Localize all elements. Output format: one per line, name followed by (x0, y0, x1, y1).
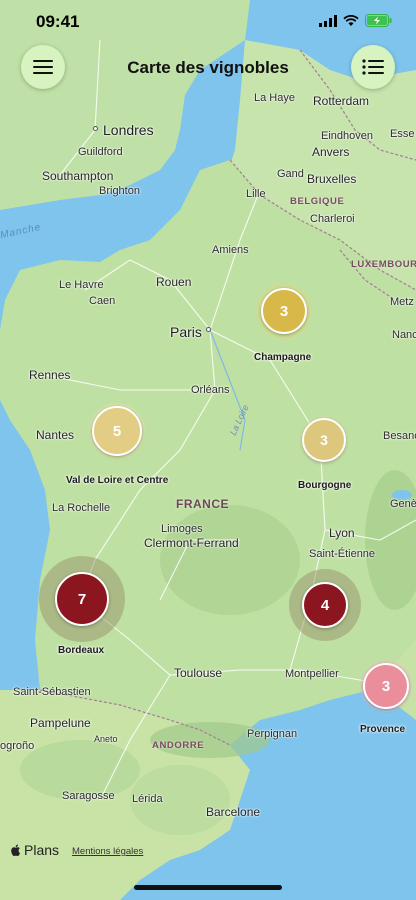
map-city-label: Saint-Étienne (309, 548, 376, 560)
cluster-region-label: Bourgogne (298, 480, 352, 491)
map-city-label: Aneto (94, 734, 118, 744)
map-city-label: Saragosse (62, 790, 115, 802)
map-city-label: Le Havre (59, 279, 104, 291)
country-label: ANDORRE (152, 740, 205, 751)
map-city-label: Anvers (312, 145, 350, 159)
list-view-button[interactable] (351, 45, 395, 89)
cellular-signal-icon (319, 14, 337, 27)
cluster-region-label: Champagne (254, 352, 312, 363)
map-city-label: Barcelone (206, 805, 261, 819)
map-city-label: La Rochelle (52, 502, 111, 514)
cluster-count: 3 (302, 418, 346, 462)
map-city-label: Lyon (329, 526, 355, 540)
map-city-label: Nanc (392, 329, 416, 341)
map-city-label: Rouen (156, 275, 192, 289)
cluster-region-label: Provence (360, 724, 406, 735)
map-city-label: Paris (170, 324, 202, 340)
map-city-label: Limoges (161, 523, 203, 535)
map-city-label: Perpignan (247, 728, 298, 740)
map-city-label: Orléans (191, 384, 230, 396)
apple-logo-icon (11, 844, 20, 856)
cluster-count: 5 (92, 406, 142, 456)
vineyard-cluster-rhone[interactable]: 4 (289, 569, 361, 641)
map-city-label: Gand (277, 168, 304, 180)
home-indicator[interactable] (134, 885, 282, 890)
cluster-count: 7 (55, 572, 109, 626)
map-city-label: La Haye (254, 92, 295, 104)
map-city-label: Toulouse (174, 666, 223, 680)
map-city-label: Eindhoven (321, 130, 373, 142)
status-time: 09:41 (36, 12, 80, 31)
map-city-label: Genè (390, 498, 416, 510)
map-city-label: Brighton (99, 185, 140, 197)
city-marker (206, 327, 211, 332)
map-city-label: Besanc (383, 430, 416, 442)
map-city-label: Guildford (78, 146, 123, 158)
map-screen: Londres Guildford Southampton Brighton M… (0, 0, 416, 900)
vineyard-cluster-bordeaux[interactable]: 7 (39, 556, 125, 642)
cluster-count: 4 (302, 582, 348, 628)
map-city-label: Nantes (36, 428, 75, 442)
legal-notice-link[interactable]: Mentions légales (72, 846, 143, 857)
map-city-label: Rennes (29, 368, 71, 382)
vineyard-cluster-bourgogne[interactable]: 3 (300, 416, 348, 464)
country-label: LUXEMBOURG (351, 259, 416, 270)
country-label: BELGIQUE (290, 196, 345, 207)
map-city-label: Caen (89, 295, 116, 307)
country-label: FRANCE (176, 497, 229, 511)
battery-charging-icon (365, 14, 392, 27)
cluster-region-label: Bordeaux (58, 645, 105, 656)
maps-attribution: Plans (10, 842, 59, 858)
status-bar: 09:41 (0, 0, 416, 44)
map-city-label: Lille (246, 188, 266, 200)
map-city-label: Amiens (212, 244, 249, 256)
maps-brand-label: Plans (24, 842, 60, 858)
cluster-count: 3 (261, 288, 307, 334)
map-city-label: Esse (390, 128, 415, 140)
map-city-label: ogroño (0, 740, 35, 752)
map-city-label: Metz (390, 296, 414, 308)
map-city-label: Saint-Sébastien (13, 686, 91, 698)
city-marker (93, 126, 98, 131)
map-city-label: Londres (103, 122, 154, 138)
cluster-region-label: Val de Loire et Centre (66, 475, 169, 486)
map-city-label: Rotterdam (313, 94, 370, 108)
map-city-label: Lérida (132, 793, 163, 805)
status-icons (319, 14, 392, 27)
vineyard-cluster-provence[interactable]: 3 (360, 660, 412, 712)
vineyard-cluster-champagne[interactable]: 3 (256, 283, 312, 339)
map-city-label: Charleroi (310, 213, 355, 225)
cluster-count: 3 (363, 663, 409, 709)
map-city-label: Montpellier (285, 668, 339, 680)
map-city-label: Pampelune (30, 716, 91, 730)
vineyard-cluster-loire[interactable]: 5 (89, 403, 145, 459)
wifi-icon (343, 14, 359, 26)
list-icon (362, 59, 384, 75)
map-city-label: Bruxelles (307, 172, 357, 186)
map-city-label: Southampton (42, 169, 114, 183)
map-city-label: Clermont-Ferrand (144, 536, 239, 550)
